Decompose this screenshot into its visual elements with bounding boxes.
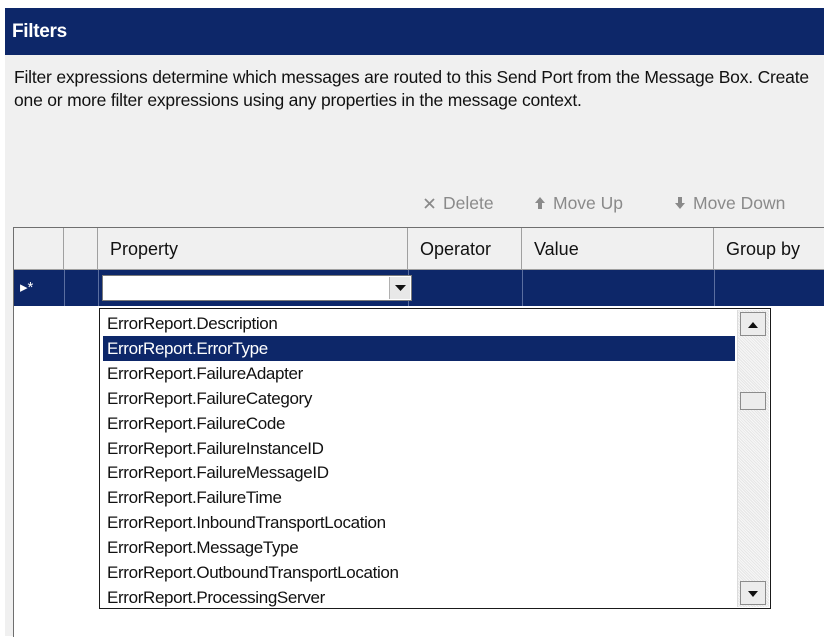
column-header-value[interactable]: Value <box>522 228 714 270</box>
dropdown-option[interactable]: ErrorReport.ProcessingServer <box>103 585 735 608</box>
dropdown-option[interactable]: ErrorReport.FailureInstanceID <box>103 436 735 461</box>
scrollbar-thumb[interactable] <box>740 392 766 410</box>
filters-header: Filters <box>5 8 824 55</box>
dropdown-option[interactable]: ErrorReport.ErrorType <box>103 335 735 361</box>
arrow-down-icon <box>674 196 686 210</box>
column-header-property[interactable]: Property <box>98 228 408 270</box>
cell-divider <box>98 270 99 306</box>
dropdown-option[interactable]: ErrorReport.FailureAdapter <box>103 361 735 386</box>
column-header-operator[interactable]: Operator <box>408 228 522 270</box>
move-up-button[interactable]: Move Up <box>534 189 623 217</box>
delete-button[interactable]: Delete <box>423 189 494 217</box>
move-up-label: Move Up <box>553 192 624 213</box>
move-down-button[interactable]: Move Down <box>674 189 785 217</box>
combobox-dropdown-button[interactable] <box>389 277 410 299</box>
dropdown-option[interactable]: ErrorReport.FailureCode <box>103 411 735 436</box>
scroll-up-button[interactable] <box>740 312 766 336</box>
arrow-up-icon <box>534 196 546 210</box>
row-header-corner <box>14 228 64 270</box>
scroll-down-button[interactable] <box>740 581 766 605</box>
dropdown-option[interactable]: ErrorReport.FailureTime <box>103 485 735 510</box>
scroll-down-arrow-icon <box>748 584 758 602</box>
dropdown-option[interactable]: ErrorReport.FailureMessageID <box>103 460 735 485</box>
dropdown-option[interactable]: ErrorReport.OutboundTransportLocation <box>103 560 735 585</box>
new-row-indicator: ▸* <box>20 279 34 296</box>
filters-description: Filter expressions determine which messa… <box>14 67 809 110</box>
dropdown-option[interactable]: ErrorReport.MessageType <box>103 535 735 560</box>
page-title: Filters <box>12 21 67 42</box>
move-down-label: Move Down <box>693 192 786 213</box>
dropdown-option[interactable]: ErrorReport.InboundTransportLocation <box>103 510 735 535</box>
cell-divider <box>714 270 715 306</box>
delete-label: Delete <box>443 192 494 213</box>
dropdown-scrollbar[interactable] <box>737 310 769 607</box>
cell-divider <box>64 270 65 306</box>
cell-divider <box>522 270 523 306</box>
dropdown-option[interactable]: ErrorReport.FailureCategory <box>103 386 735 411</box>
scroll-up-arrow-icon <box>748 315 758 333</box>
filters-toolbar: Delete Move Up Move Down <box>0 189 824 217</box>
x-icon <box>423 197 436 210</box>
property-combobox[interactable] <box>102 275 412 301</box>
column-header-group-by[interactable]: Group by <box>714 228 824 270</box>
property-dropdown-list[interactable]: ErrorReport.Description ErrorReport.Error… <box>99 308 771 609</box>
chevron-down-icon <box>394 279 406 297</box>
column-header-group <box>64 228 98 270</box>
dropdown-option[interactable]: ErrorReport.Description <box>103 311 735 336</box>
